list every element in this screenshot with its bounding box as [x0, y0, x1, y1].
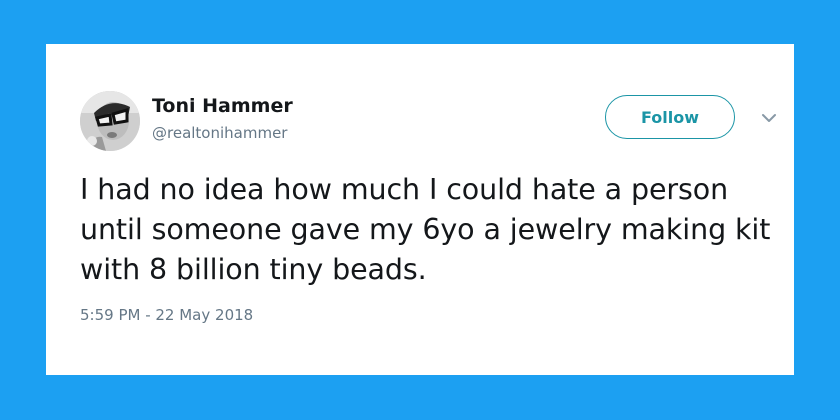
tweet-timestamp[interactable]: 5:59 PM - 22 May 2018: [80, 304, 253, 326]
page-background: Toni Hammer @realtonihammer Follow I had…: [0, 0, 840, 420]
avatar-photo-icon: [80, 91, 140, 151]
avatar[interactable]: [80, 91, 140, 151]
user-handle[interactable]: @realtonihammer: [152, 123, 287, 143]
tweet-card: Toni Hammer @realtonihammer Follow I had…: [46, 44, 794, 375]
chevron-down-icon[interactable]: [760, 110, 778, 124]
tweet-text: I had no idea how much I could hate a pe…: [80, 173, 771, 286]
follow-button[interactable]: Follow: [605, 95, 735, 139]
display-name[interactable]: Toni Hammer: [152, 94, 293, 118]
